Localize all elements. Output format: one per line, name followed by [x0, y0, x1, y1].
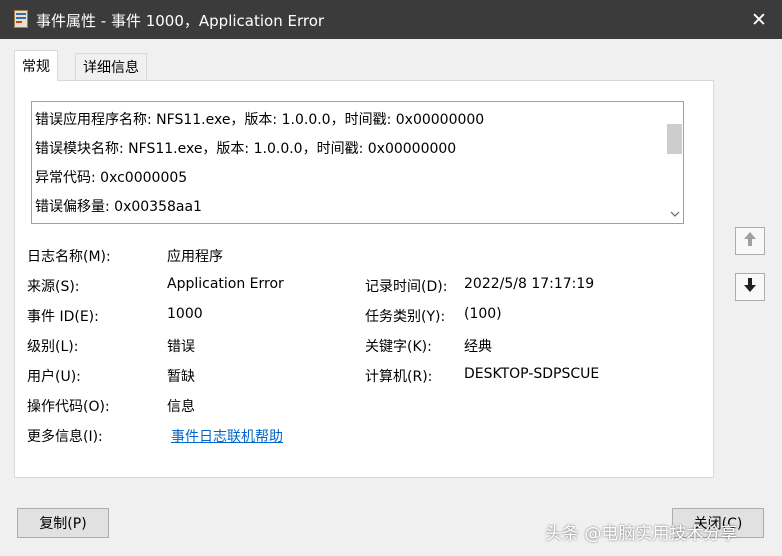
more-info-label: 更多信息(I): — [27, 429, 103, 445]
event-id-label: 事件 ID(E): — [27, 309, 99, 325]
event-log-help-link[interactable]: 事件日志联机帮助 — [171, 426, 283, 446]
description-line: 异常代码: 0xc0000005 — [35, 170, 188, 186]
tab-details[interactable]: 详细信息 — [75, 53, 147, 80]
level-label: 级别(L): — [27, 339, 79, 355]
title-bar[interactable]: 事件属性 - 事件 1000，Application Error ✕ — [0, 0, 782, 39]
tab-general[interactable]: 常规 — [14, 50, 58, 81]
scroll-up-icon[interactable] — [666, 102, 683, 119]
computer-value: DESKTOP-SDPSCUE — [464, 366, 600, 382]
log-name-value: 应用程序 — [167, 249, 223, 265]
user-label: 用户(U): — [27, 369, 81, 385]
user-value: 暂缺 — [167, 369, 195, 385]
task-category-label: 任务类别(Y): — [365, 309, 446, 325]
previous-event-button[interactable] — [735, 227, 765, 255]
copy-button[interactable]: 复制(P) — [17, 508, 109, 538]
keywords-label: 关键字(K): — [365, 339, 432, 355]
level-value: 错误 — [167, 339, 195, 355]
logged-label: 记录时间(D): — [365, 279, 448, 295]
vertical-scrollbar[interactable] — [666, 102, 683, 223]
event-properties-icon — [14, 10, 28, 28]
next-event-button[interactable] — [735, 273, 765, 301]
description-line: 错误模块名称: NFS11.exe，版本: 1.0.0.0，时间戳: 0x000… — [35, 141, 457, 157]
opcode-value: 信息 — [167, 399, 195, 415]
description-textbox[interactable]: 错误应用程序名称: NFS11.exe，版本: 1.0.0.0，时间戳: 0x0… — [31, 101, 684, 224]
tab-panel-general: 错误应用程序名称: NFS11.exe，版本: 1.0.0.0，时间戳: 0x0… — [14, 80, 714, 478]
task-category-value: (100) — [464, 306, 502, 322]
close-button[interactable]: 关闭(C) — [672, 508, 764, 538]
opcode-label: 操作代码(O): — [27, 399, 110, 415]
computer-label: 计算机(R): — [365, 369, 433, 385]
description-line: 错误应用程序名称: NFS11.exe，版本: 1.0.0.0，时间戳: 0x0… — [35, 112, 485, 128]
keywords-value: 经典 — [464, 339, 492, 355]
arrow-down-icon — [743, 277, 757, 297]
description-line: 错误偏移量: 0x00358aa1 — [35, 199, 202, 215]
close-icon[interactable]: ✕ — [736, 0, 782, 39]
source-value: Application Error — [167, 276, 284, 292]
chevron-down-icon[interactable] — [666, 206, 683, 223]
event-id-value: 1000 — [167, 306, 203, 322]
arrow-up-icon — [743, 231, 757, 251]
logged-value: 2022/5/8 17:17:19 — [464, 276, 595, 292]
window-title: 事件属性 - 事件 1000，Application Error — [36, 12, 325, 30]
scroll-thumb[interactable] — [667, 124, 682, 154]
log-name-label: 日志名称(M): — [27, 249, 111, 265]
source-label: 来源(S): — [27, 279, 80, 295]
